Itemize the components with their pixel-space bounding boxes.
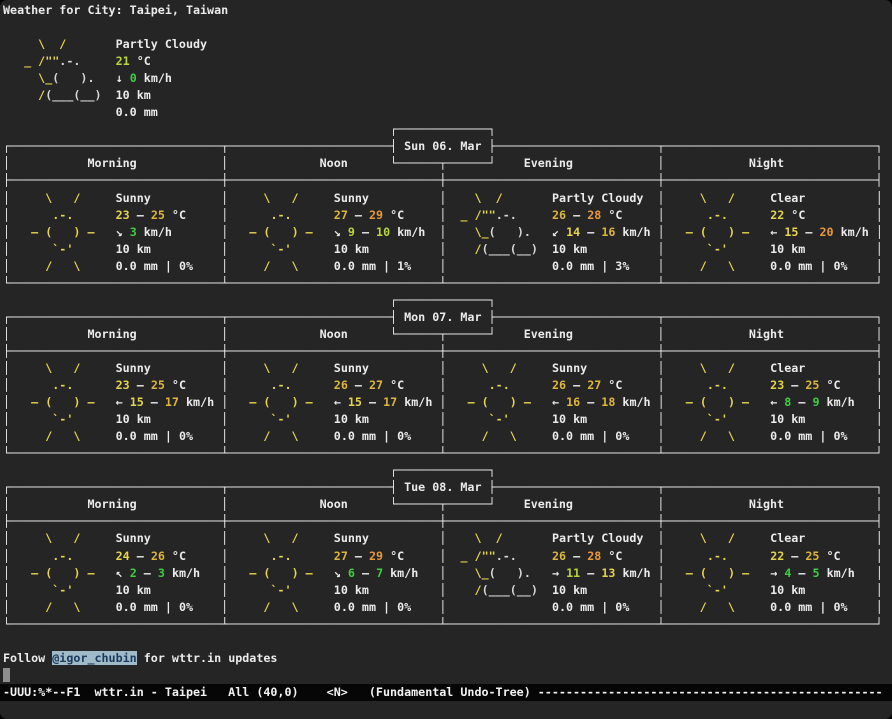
- terminal-line: │ .-. 23 – 25 °C │ .-. 26 – 27 °C │ .-. …: [3, 377, 892, 394]
- terminal-line: │ ― ( ) ― ↘ 3 km/h │ ― ( ) ― ↘ 9 – 10 km…: [3, 224, 892, 241]
- terminal-line: \ / Partly Cloudy: [3, 36, 892, 53]
- terminal-line: _ /"".-. 21 °C: [3, 53, 892, 70]
- terminal-line: ├──────────────────────────────┼────────…: [3, 513, 892, 530]
- terminal-line: ┌─────────────┐: [3, 121, 892, 138]
- terminal-line: │ Morning │ Noon └──────┬──────┘ Evening…: [3, 496, 892, 513]
- terminal-line: │ `-' 10 km │ `-' 10 km │ /(___(__) 10 k…: [3, 241, 892, 258]
- emacs-modeline: -UUU:%*--F1 wttr.in - Taipei All (40,0) …: [0, 684, 892, 701]
- terminal-line: ┌─────────────┐: [3, 462, 892, 479]
- terminal-line: 0.0 mm: [3, 104, 892, 121]
- terminal-line: Follow @igor_chubin for wttr.in updates: [3, 650, 892, 667]
- terminal-line: │ \ / Sunny │ \ / Sunny │ \ / Partly Clo…: [3, 530, 892, 547]
- terminal-line: │ .-. 23 – 25 °C │ .-. 27 – 29 °C │ _ /"…: [3, 207, 892, 224]
- terminal-line: │ `-' 10 km │ `-' 10 km │ `-' 10 km │ `-…: [3, 411, 892, 428]
- terminal-line: └──────────────────────────────┴────────…: [3, 275, 892, 292]
- terminal-line: │ .-. 24 – 26 °C │ .-. 27 – 29 °C │ _ /"…: [3, 548, 892, 565]
- echo-area: [0, 701, 892, 719]
- terminal-line: │ / \ 0.0 mm | 0% │ / \ 0.0 mm | 0% │ / …: [3, 428, 892, 445]
- terminal-line: ┌──────────────────────────────┬────────…: [3, 479, 892, 496]
- terminal-line: Weather for City: Taipei, Taiwan: [3, 2, 892, 19]
- terminal-line: ┌──────────────────────────────┬────────…: [3, 138, 892, 155]
- terminal-line: ├──────────────────────────────┼────────…: [3, 343, 892, 360]
- terminal-line: │ \ / Sunny │ \ / Sunny │ \ / Sunny │ \ …: [3, 360, 892, 377]
- terminal-line: └──────────────────────────────┴────────…: [3, 616, 892, 633]
- terminal-line: \_( ). ↓ 0 km/h: [3, 70, 892, 87]
- terminal-line: ├──────────────────────────────┼────────…: [3, 172, 892, 189]
- terminal-line: │ ― ( ) ― ← 15 – 17 km/h │ ― ( ) ― ← 15 …: [3, 394, 892, 411]
- terminal-window: Weather for City: Taipei, Taiwan \ / Par…: [0, 0, 892, 719]
- terminal-output[interactable]: Weather for City: Taipei, Taiwan \ / Par…: [0, 0, 892, 684]
- terminal-line: [3, 19, 892, 36]
- terminal-line: │ / \ 0.0 mm | 0% │ / \ 0.0 mm | 0% │ 0.…: [3, 599, 892, 616]
- terminal-line: ┌─────────────┐: [3, 292, 892, 309]
- terminal-line: │ ― ( ) ― ↖ 2 – 3 km/h │ ― ( ) ― ↘ 6 – 7…: [3, 565, 892, 582]
- terminal-line: └──────────────────────────────┴────────…: [3, 445, 892, 462]
- terminal-line: │ \ / Sunny │ \ / Sunny │ \ / Partly Clo…: [3, 190, 892, 207]
- twitter-handle-link[interactable]: @igor_chubin: [52, 651, 136, 665]
- terminal-line: ┌──────────────────────────────┬────────…: [3, 309, 892, 326]
- terminal-line: │ Morning │ Noon └──────┬──────┘ Evening…: [3, 155, 892, 172]
- terminal-line: │ Morning │ Noon └──────┬──────┘ Evening…: [3, 326, 892, 343]
- terminal-line: [3, 633, 892, 650]
- terminal-line: [3, 667, 892, 684]
- terminal-line: │ / \ 0.0 mm | 0% │ / \ 0.0 mm | 1% │ 0.…: [3, 258, 892, 275]
- cursor-block: [3, 668, 10, 682]
- terminal-line: /(___(__) 10 km: [3, 87, 892, 104]
- terminal-line: │ `-' 10 km │ `-' 10 km │ /(___(__) 10 k…: [3, 582, 892, 599]
